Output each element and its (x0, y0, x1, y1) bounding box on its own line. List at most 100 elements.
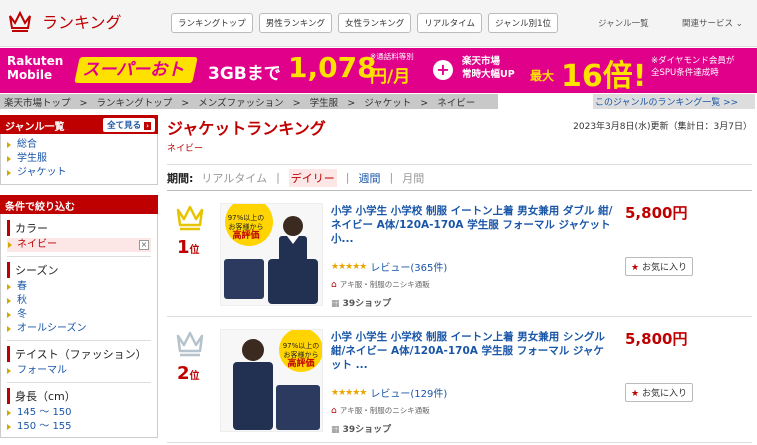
arrow-icon: › (144, 122, 151, 130)
genre-item-school-uniform[interactable]: 学生服 (7, 152, 151, 166)
tab-sep: | (389, 171, 394, 184)
breadcrumb-sep: > (292, 98, 301, 109)
chevron-down-icon: ⌄ (735, 19, 743, 29)
tab-daily[interactable]: デイリー (288, 168, 337, 187)
plus-icon: + (433, 60, 453, 80)
nav-ranking-top[interactable]: ランキングトップ (171, 13, 253, 33)
nav-male-ranking[interactable]: 男性ランキング (258, 13, 332, 33)
filter-season-autumn[interactable]: 秋 (7, 294, 151, 308)
tab-realtime[interactable]: リアルタイム (201, 170, 267, 186)
badge-line3: 高評価 (287, 359, 315, 369)
sidebar: ジャンル一覧 全て見る › 総合 学生服 ジャケット 条件で絞り込む カラー ネ… (0, 115, 158, 438)
filter-season-spring[interactable]: 春 (7, 280, 151, 294)
shop-count-text: 39ショップ (342, 425, 392, 435)
dia-line2: 全SPU条件達成時 (651, 68, 719, 78)
breadcrumb-rakuten-top[interactable]: 楽天市場トップ (4, 98, 71, 109)
tab-sep: | (345, 171, 350, 184)
shop-info: ⌂ アキ服・制服のニシキ通販 (331, 279, 430, 290)
shop-house-icon: ⌂ (331, 279, 337, 290)
rank-number: 2位 (177, 363, 200, 384)
review-link[interactable]: レビュー(129件) (370, 385, 447, 400)
show-all-button[interactable]: 全て見る › (103, 118, 155, 132)
banner-price: 1,078 (288, 51, 377, 84)
breadcrumb-mens-fashion[interactable]: メンズファッション (198, 98, 283, 109)
site-header: ランキング ランキングトップ 男性ランキング 女性ランキング リアルタイム ジャ… (0, 0, 757, 47)
star-rating-icon: ★★★★★ (331, 387, 367, 398)
filter-height-150-155[interactable]: 150 ～ 155 (7, 420, 151, 434)
review-badge: 97%以上の お客様から 高評価 (224, 214, 268, 241)
show-all-label: 全て見る (107, 121, 142, 131)
breadcrumb-ranking-top[interactable]: ランキングトップ (97, 98, 173, 109)
filter-season-label: シーズン (7, 262, 151, 278)
promo-banner[interactable]: Rakuten Mobile スーパーおトク 3GBまで 1,078 ※通話料等… (0, 48, 757, 93)
silver-crown-icon (176, 331, 204, 357)
breadcrumb-sep: > (79, 98, 88, 109)
gold-crown-icon (176, 205, 204, 231)
remove-filter-icon[interactable]: × (139, 240, 149, 250)
super-otoku-text: スーパーおトク (82, 60, 185, 93)
filter-season-all[interactable]: オールシーズン (7, 322, 151, 336)
crown-logo-icon (9, 10, 31, 32)
divider (7, 340, 151, 343)
breadcrumb-jacket[interactable]: ジャケット (364, 98, 411, 109)
product-price: 5,800円 (625, 330, 688, 348)
filter-height-145-150[interactable]: 145 ～ 150 (7, 406, 151, 420)
shop-name-link[interactable]: アキ服・制服のニシキ通販 (340, 279, 430, 290)
banner-gb: 3GBまで (208, 64, 281, 84)
banner-diamond-note: ※ダイヤモンド会員が 全SPU条件達成時 (651, 55, 734, 79)
review-summary: ★★★★★ レビュー(129件) (331, 385, 447, 401)
product-name-link[interactable]: 小学 小学生 小学校 制服 イートン上着 男女兼用 シングル 紺/ネイビー A体… (331, 330, 614, 372)
banner-multiplier: 16倍! (561, 59, 647, 93)
tab-weekly[interactable]: 週間 (359, 170, 381, 186)
rank-suffix: 位 (189, 245, 200, 256)
breadcrumb-school-uniform[interactable]: 学生服 (310, 98, 339, 109)
header-nav: ランキングトップ 男性ランキング 女性ランキング リアルタイム ジャンル別1位 (171, 13, 558, 33)
genre-item-jacket[interactable]: ジャケット (7, 166, 151, 180)
shop-name-link[interactable]: アキ服・制服のニシキ通販 (340, 405, 430, 416)
breadcrumb-sep: > (181, 98, 190, 109)
favorite-button[interactable]: ★ お気に入り (625, 257, 693, 276)
shop-count-icon: ▦ (331, 299, 340, 309)
genre-ranking-list-link[interactable]: このジャンルのランキング一覧 >> (593, 94, 755, 109)
genre-list-link[interactable]: ジャンル一覧 (598, 17, 649, 29)
breadcrumb-sep: > (420, 98, 429, 109)
filter-header: 条件で絞り込む (0, 195, 158, 214)
divider (7, 256, 151, 259)
shop-count[interactable]: ▦ 39ショップ (331, 296, 391, 309)
filter-color-value: ネイビー (17, 239, 57, 250)
filter-season-winter[interactable]: 冬 (7, 308, 151, 322)
filter-taste-formal[interactable]: フォーマル (7, 364, 151, 378)
ranking-main: ジャケットランキング ネイビー 2023年3月8日(水)更新（集計日：3月7日）… (167, 115, 752, 443)
genre-list-header: ジャンル一覧 全て見る › (0, 115, 158, 134)
breadcrumb-sep: > (347, 98, 356, 109)
filter-taste-label: テイスト（ファッション） (7, 346, 151, 362)
filter-color-label: カラー (7, 220, 151, 236)
product-name-link[interactable]: 小学 小学生 小学校 制服 イートン上着 男女兼用 ダブル 紺/ネイビー A体/… (331, 204, 614, 246)
shop-count[interactable]: ▦ 39ショップ (331, 422, 391, 435)
related-services-link[interactable]: 関連サービス ⌄ (682, 17, 743, 29)
star-rating-icon: ★★★★★ (331, 261, 367, 272)
brand-line1: Rakuten (7, 54, 64, 68)
ichiba-line2: 常時大幅UP (462, 69, 515, 80)
filter-height-label: 身長（cm） (7, 388, 151, 404)
ranking-logo[interactable]: ランキング (8, 9, 122, 33)
genre-list: 総合 学生服 ジャケット (0, 134, 158, 185)
badge-line1: 97%以上の (227, 214, 265, 222)
favorite-button[interactable]: ★ お気に入り (625, 383, 693, 402)
genre-item-overall[interactable]: 総合 (7, 138, 151, 152)
logo-text: ランキング (42, 13, 122, 32)
filter-color-selected[interactable]: ネイビー × (7, 238, 151, 252)
shop-count-text: 39ショップ (342, 299, 392, 309)
nav-genre-first[interactable]: ジャンル別1位 (488, 13, 558, 33)
period-tabs: 期間: リアルタイム | デイリー | 週間 | 月間 (167, 164, 752, 191)
super-otoku-badge: スーパーおトク (74, 57, 198, 93)
nav-realtime[interactable]: リアルタイム (417, 13, 482, 33)
product-image[interactable]: 97%以上の お客様から 高評価 (220, 203, 323, 306)
tab-monthly[interactable]: 月間 (402, 170, 424, 186)
product-image[interactable]: 97%以上の お客様から 高評価 (220, 329, 323, 432)
rank-suffix: 位 (189, 371, 200, 382)
ranking-item: 1位 97%以上の お客様から 高評価 小学 小学生 小学校 制服 イートン上着… (167, 191, 752, 317)
review-link[interactable]: レビュー(365件) (370, 259, 447, 274)
nav-female-ranking[interactable]: 女性ランキング (338, 13, 412, 33)
banner-yen: 円/月 (370, 67, 411, 87)
